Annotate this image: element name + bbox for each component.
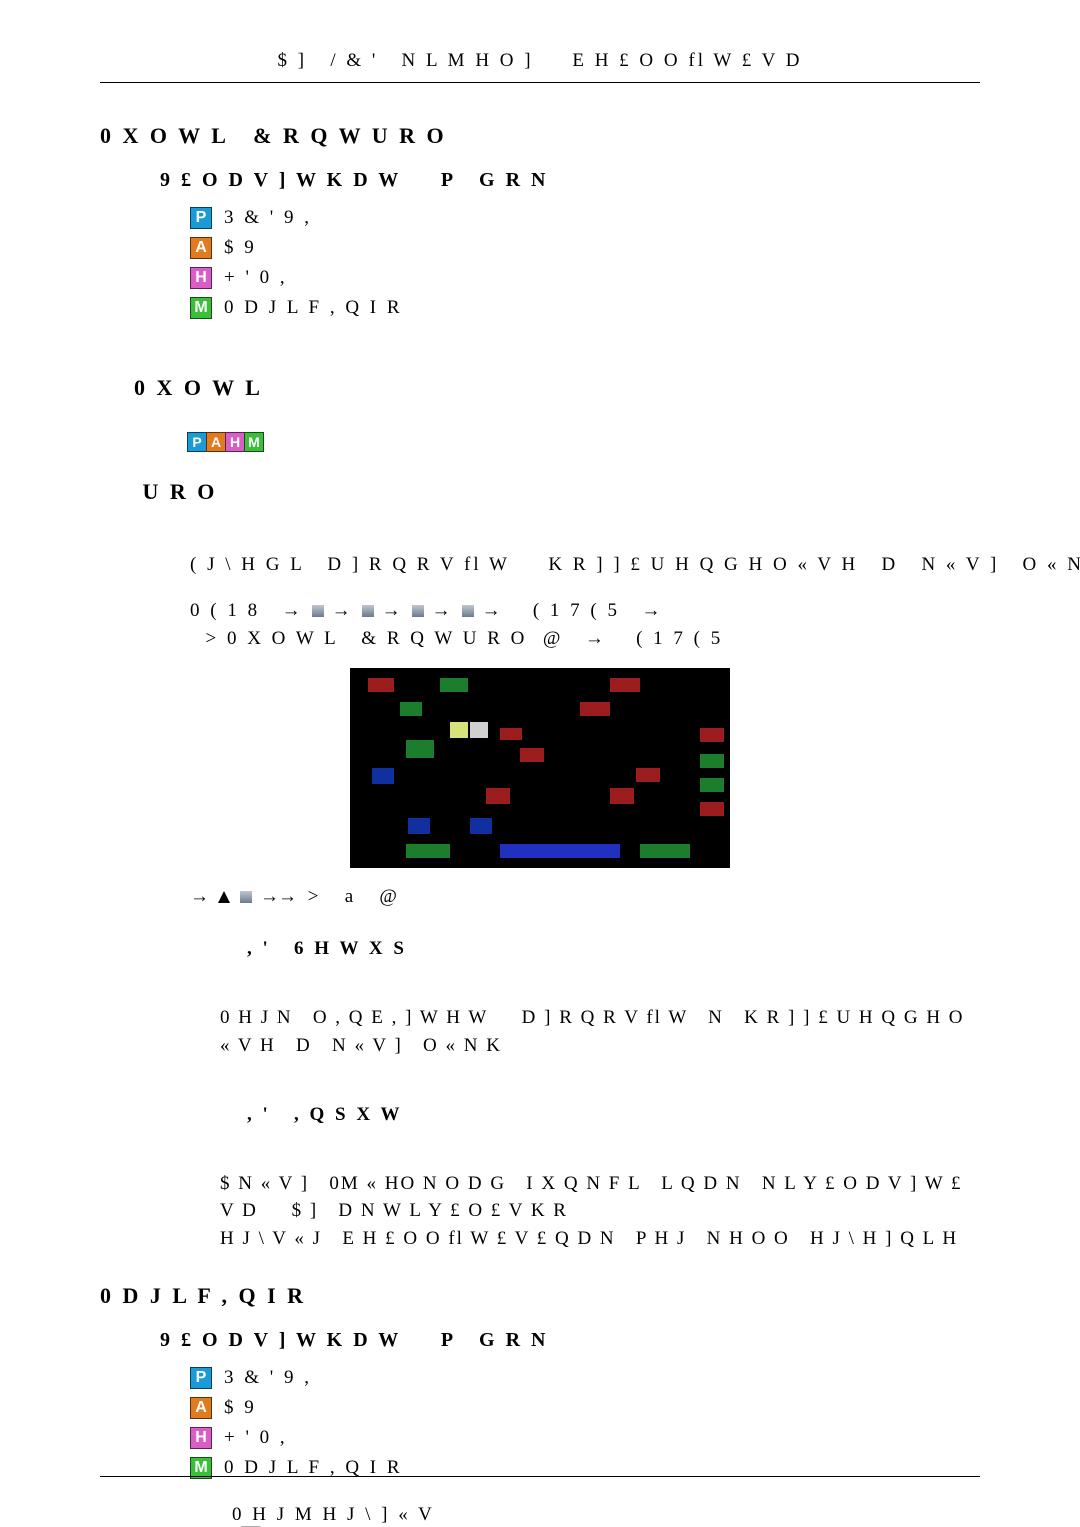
nav-block-icon <box>362 605 374 617</box>
mode-label: $ 9 <box>224 1397 257 1419</box>
page: $ ] / & ' N L M H O ] E H £ O O fl W £ V… <box>0 0 1080 1527</box>
modes-list-2: P 3 & ' 9 , A $ 9 H + ' 0 , M 0 D J L F … <box>190 1367 980 1479</box>
mode-label: + ' 0 , <box>224 267 288 289</box>
triangle-up-icon <box>218 891 230 903</box>
mode-row-pc-dvi: P 3 & ' 9 , <box>190 1367 980 1389</box>
section-title-magicinfo: 0 D J L F , Q I R <box>100 1283 980 1309</box>
arrow-icon: → <box>432 600 454 622</box>
p-icon: P <box>190 207 212 229</box>
p-icon: P <box>187 432 207 452</box>
arrow-sequence-a: → → → > a @ <box>190 886 980 908</box>
mode-row-av: A $ 9 <box>190 1397 980 1419</box>
menu-text: ( 1 7 ( 5 <box>613 628 723 650</box>
nav-block-icon <box>240 891 252 903</box>
nav-block-icon <box>412 605 424 617</box>
step-label: , ' , Q S X W <box>247 1104 403 1125</box>
mode-row-hdmi: H + ' 0 , <box>190 267 980 289</box>
m-icon: M <box>244 432 264 452</box>
inline-pahm-icons: PAHM <box>136 401 264 479</box>
arrow-icon: → <box>332 600 354 622</box>
a-icon: A <box>190 1397 212 1419</box>
arrow-icon: → <box>382 600 404 622</box>
m-icon: M <box>190 297 212 319</box>
arrow-icon: → <box>585 628 607 650</box>
title-right-fragment: U R O <box>134 479 217 504</box>
arrow-icon: → <box>482 600 504 622</box>
arrow-icon: → <box>641 600 663 622</box>
osd-screenshot <box>350 668 730 868</box>
step-id-setup: , ' 6 H W X S <box>220 908 980 991</box>
menu-navigation-line: 0 ( 1 8 → → → → → ( 1 7 ( 5 → > 0 X O W … <box>190 600 980 650</box>
modes-heading-1: 9 £ O D V ] W K D W P G R N <box>160 169 980 192</box>
title-left-fragment: 0 X O W L <box>134 375 287 400</box>
mode-label: 0 D J L F , Q I R <box>224 297 403 319</box>
menu-text: ( 1 7 ( 5 <box>510 600 636 622</box>
mode-label: $ 9 <box>224 237 257 259</box>
arrow-icon: → <box>282 600 304 622</box>
note-title: 0 H J M H J \ ] « V <box>232 1504 435 1526</box>
mode-label: 3 & ' 9 , <box>224 1367 312 1389</box>
h-icon: H <box>225 432 245 452</box>
step-id-input-body: $ N « V ] 0M « HO N O D G I X Q N F L L … <box>220 1170 980 1253</box>
mode-row-hdmi: H + ' 0 , <box>190 1427 980 1449</box>
modes-list-1: P 3 & ' 9 , A $ 9 H + ' 0 , M 0 D J L F … <box>190 207 980 319</box>
p-icon: P <box>190 1367 212 1389</box>
nav-block-icon <box>462 605 474 617</box>
menu-text: 0 ( 1 8 <box>190 600 276 622</box>
step-id-setup-body: 0 H J N O , Q E , ] W H W D ] R Q R V fl… <box>220 1004 980 1059</box>
step-label: , ' 6 H W X S <box>247 938 407 959</box>
modes-heading-2: 9 £ O D V ] W K D W P G R N <box>160 1329 980 1352</box>
step-id-input: , ' , Q S X W <box>220 1073 980 1156</box>
a-icon: A <box>190 237 212 259</box>
footer-rule <box>100 1476 980 1477</box>
note-icon <box>190 1504 218 1527</box>
mode-row-pc-dvi: P 3 & ' 9 , <box>190 207 980 229</box>
h-icon: H <box>190 267 212 289</box>
section-title-multi-pahm: 0 X O W L PAHM U R O <box>100 349 980 531</box>
mode-label: 3 & ' 9 , <box>224 207 312 229</box>
intro-para: ( J \ H G L D ] R Q R V fl W K R ] ] £ U… <box>190 551 980 580</box>
a-icon: A <box>206 432 226 452</box>
note-row: 0 H J M H J \ ] « V <box>190 1504 980 1527</box>
running-header: $ ] / & ' N L M H O ] E H £ O O fl W £ V… <box>100 50 980 83</box>
mode-row-magicinfo: M 0 D J L F , Q I R <box>190 297 980 319</box>
section-title-multi-control: 0 X O W L & R Q W U R O <box>100 123 980 149</box>
nav-block-icon <box>312 605 324 617</box>
arrow-icon: → <box>190 886 212 908</box>
mode-row-av: A $ 9 <box>190 237 980 259</box>
menu-text: → > a @ <box>278 886 400 908</box>
mode-label: + ' 0 , <box>224 1427 288 1449</box>
h-icon: H <box>190 1427 212 1449</box>
menu-text: > 0 X O W L & R Q W U R O @ <box>190 628 579 650</box>
